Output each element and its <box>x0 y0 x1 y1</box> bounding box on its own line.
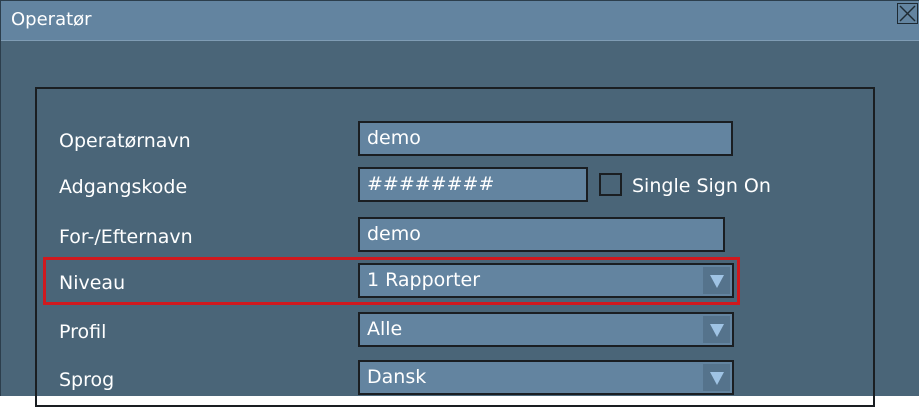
password-input[interactable]: ######## <box>358 167 588 202</box>
close-icon <box>899 5 916 22</box>
profile-select[interactable]: Alle <box>358 312 734 347</box>
language-value: Dansk <box>367 366 427 388</box>
password-label: Adgangskode <box>59 176 188 198</box>
triangle-down-icon <box>710 372 724 385</box>
operator-name-label: Operatørnavn <box>59 130 191 152</box>
language-select[interactable]: Dansk <box>358 360 734 395</box>
full-name-label: For-/Efternavn <box>59 226 193 248</box>
profile-dropdown-button[interactable] <box>703 316 730 343</box>
language-label: Sprog <box>59 369 115 391</box>
window-title: Operatør <box>11 9 92 30</box>
language-dropdown-button[interactable] <box>703 364 730 391</box>
title-bar: Operatør <box>1 1 919 41</box>
profile-label: Profil <box>59 321 107 343</box>
full-name-input[interactable]: demo <box>358 217 725 252</box>
triangle-down-icon <box>710 324 724 337</box>
operator-dialog: Operatør Operatørnavn demo Adgangskode #… <box>0 0 919 407</box>
profile-value: Alle <box>367 318 403 340</box>
single-sign-on-label[interactable]: Single Sign On <box>632 175 771 197</box>
operator-name-input[interactable]: demo <box>358 121 733 156</box>
single-sign-on-checkbox[interactable] <box>599 173 622 196</box>
level-highlight-box <box>43 257 740 305</box>
close-button[interactable] <box>897 3 918 24</box>
